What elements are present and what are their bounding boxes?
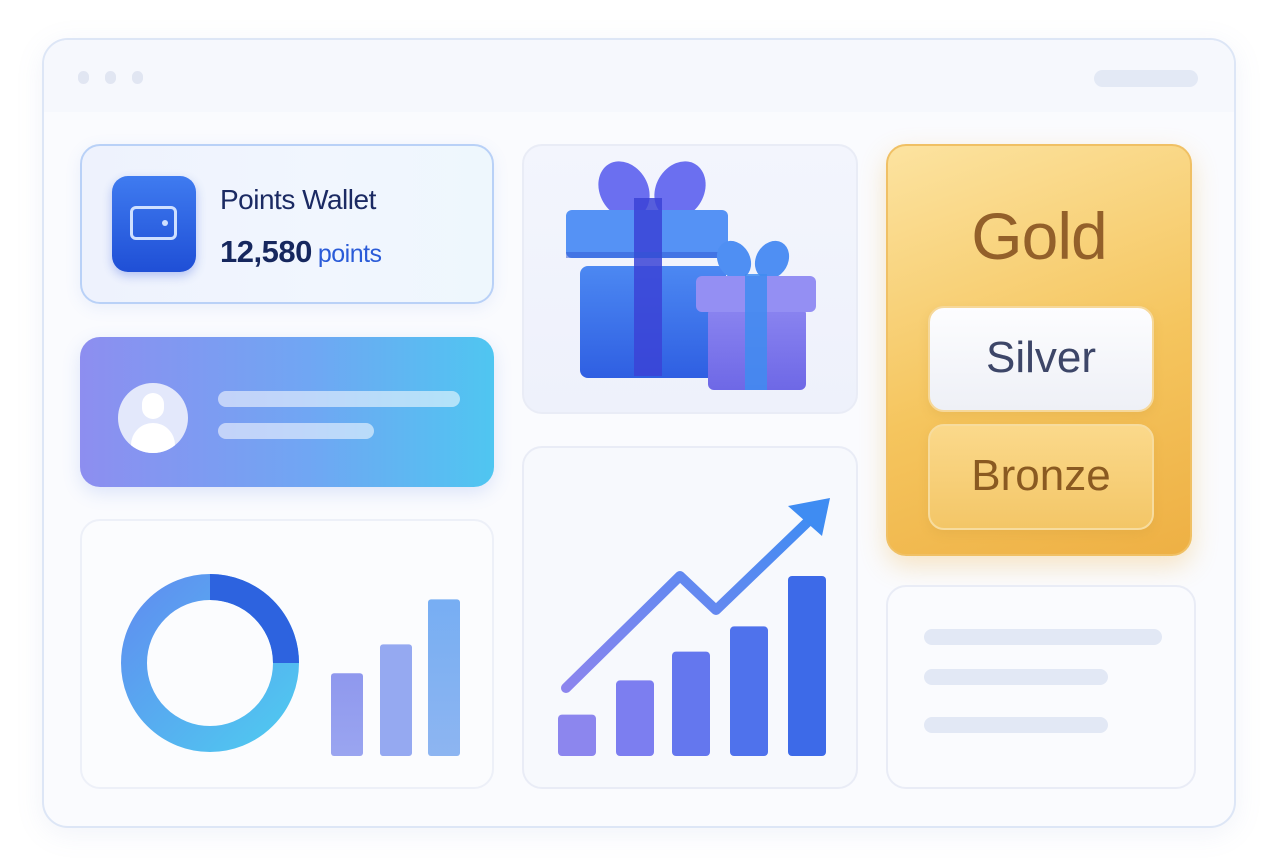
detail-line-placeholder (924, 717, 1108, 733)
stats-bar (428, 599, 460, 756)
bar-chart-icon (331, 599, 460, 756)
donut-chart-icon (121, 574, 299, 752)
details-card[interactable] (886, 585, 1196, 789)
points-value: 12,580 (220, 234, 312, 269)
tier-gold-label: Gold (971, 199, 1107, 273)
title-bar (44, 40, 1234, 112)
rewards-gift-card[interactable] (522, 144, 858, 414)
tier-bronze-button[interactable]: Bronze (928, 424, 1154, 530)
stats-graphic (121, 574, 460, 756)
address-bar[interactable] (1094, 70, 1198, 87)
profile-name-placeholder (218, 391, 460, 407)
profile-detail-placeholder (218, 423, 374, 439)
window-close-dot[interactable] (78, 71, 89, 84)
growth-bar (672, 651, 710, 756)
gift-boxes-icon (566, 161, 816, 390)
growth-bar (788, 576, 826, 756)
tier-levels-card: Gold Silver Bronze (886, 144, 1192, 556)
stats-bar (331, 673, 363, 756)
growth-bars (558, 576, 826, 756)
tier-silver-button[interactable]: Silver (928, 306, 1154, 412)
window-maximize-dot[interactable] (132, 71, 143, 84)
window-minimize-dot[interactable] (105, 71, 116, 84)
points-unit: points (317, 240, 382, 268)
donut-highlight-arc (209, 574, 299, 664)
detail-line-placeholder (924, 629, 1162, 645)
wallet-icon (112, 176, 196, 272)
stats-bar (380, 644, 412, 756)
wallet-points: 12,580 points (220, 234, 382, 270)
growth-bar (616, 680, 654, 756)
detail-line-placeholder (924, 669, 1108, 685)
growth-bar (730, 626, 768, 756)
user-avatar-icon (118, 383, 188, 453)
wallet-title: Points Wallet (220, 184, 376, 215)
profile-card[interactable] (80, 337, 494, 487)
points-wallet-card[interactable]: Points Wallet 12,580 points (80, 144, 494, 304)
growth-card[interactable] (522, 446, 858, 789)
stats-card[interactable] (80, 519, 494, 789)
growth-chart-icon (558, 498, 830, 756)
growth-bar (558, 714, 596, 756)
